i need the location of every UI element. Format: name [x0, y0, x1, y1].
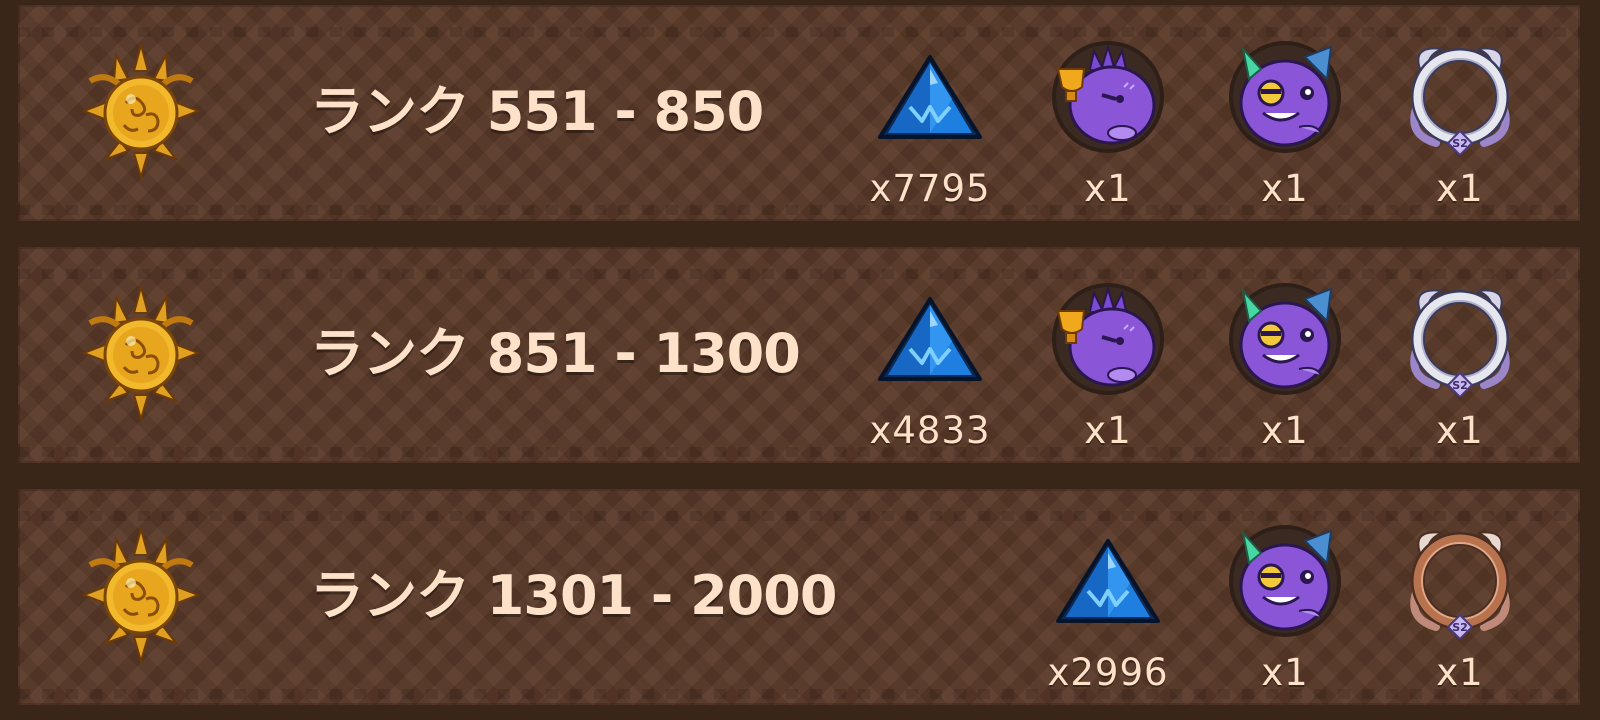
reward-item[interactable]: S2 x1 [1385, 489, 1535, 705]
bronze-frame-icon: S2 [1402, 523, 1518, 639]
reward-count: x4833 [869, 409, 991, 452]
rank-emblem-icon [76, 41, 206, 181]
rank-emblem-icon [76, 525, 206, 665]
rank-emblem-icon [76, 283, 206, 423]
reward-item[interactable]: x4833 [855, 247, 1005, 463]
reward-count: x2996 [1047, 651, 1169, 694]
reward-count: x1 [1261, 651, 1309, 694]
silver-frame-icon: S2 [1402, 39, 1518, 155]
rank-tier-row: ランク 1301 - 2000 x2996 x1 S2 x1 [18, 489, 1580, 705]
reward-item[interactable]: x1 [1033, 5, 1183, 221]
reward-count: x1 [1261, 409, 1309, 452]
silver-frame-icon: S2 [1402, 281, 1518, 397]
reward-item[interactable]: x1 [1210, 5, 1360, 221]
rank-tier-row: ランク 851 - 1300 x4833 x1 x1 S2 x1 [18, 247, 1580, 463]
frame-badge-label: S2 [1452, 621, 1468, 634]
reward-count: x1 [1084, 409, 1132, 452]
crystal-icon [872, 39, 988, 155]
reward-count: x1 [1436, 651, 1484, 694]
horned-axie-avatar-icon [1227, 281, 1343, 397]
rank-range-label: ランク 1301 - 2000 [310, 564, 837, 627]
frame-badge-label: S2 [1452, 379, 1468, 392]
rank-tier-row: ランク 551 - 850 x7795 x1 x1 S2 x1 [18, 5, 1580, 221]
reward-count: x7795 [869, 167, 991, 210]
reward-count: x1 [1436, 409, 1484, 452]
frame-badge-label: S2 [1452, 137, 1468, 150]
reward-item[interactable]: x1 [1210, 489, 1360, 705]
reward-item[interactable]: x7795 [855, 5, 1005, 221]
reward-count: x1 [1084, 167, 1132, 210]
reward-item[interactable]: x1 [1210, 247, 1360, 463]
reward-item[interactable]: S2 x1 [1385, 247, 1535, 463]
trophy-axie-avatar-icon [1050, 39, 1166, 155]
reward-item[interactable]: x2996 [1033, 489, 1183, 705]
rank-range-label: ランク 551 - 850 [310, 80, 764, 143]
crystal-icon [1050, 523, 1166, 639]
trophy-axie-avatar-icon [1050, 281, 1166, 397]
reward-item[interactable]: S2 x1 [1385, 5, 1535, 221]
reward-count: x1 [1436, 167, 1484, 210]
horned-axie-avatar-icon [1227, 39, 1343, 155]
crystal-icon [872, 281, 988, 397]
horned-axie-avatar-icon [1227, 523, 1343, 639]
rank-range-label: ランク 851 - 1300 [310, 322, 801, 385]
reward-count: x1 [1261, 167, 1309, 210]
reward-item[interactable]: x1 [1033, 247, 1183, 463]
